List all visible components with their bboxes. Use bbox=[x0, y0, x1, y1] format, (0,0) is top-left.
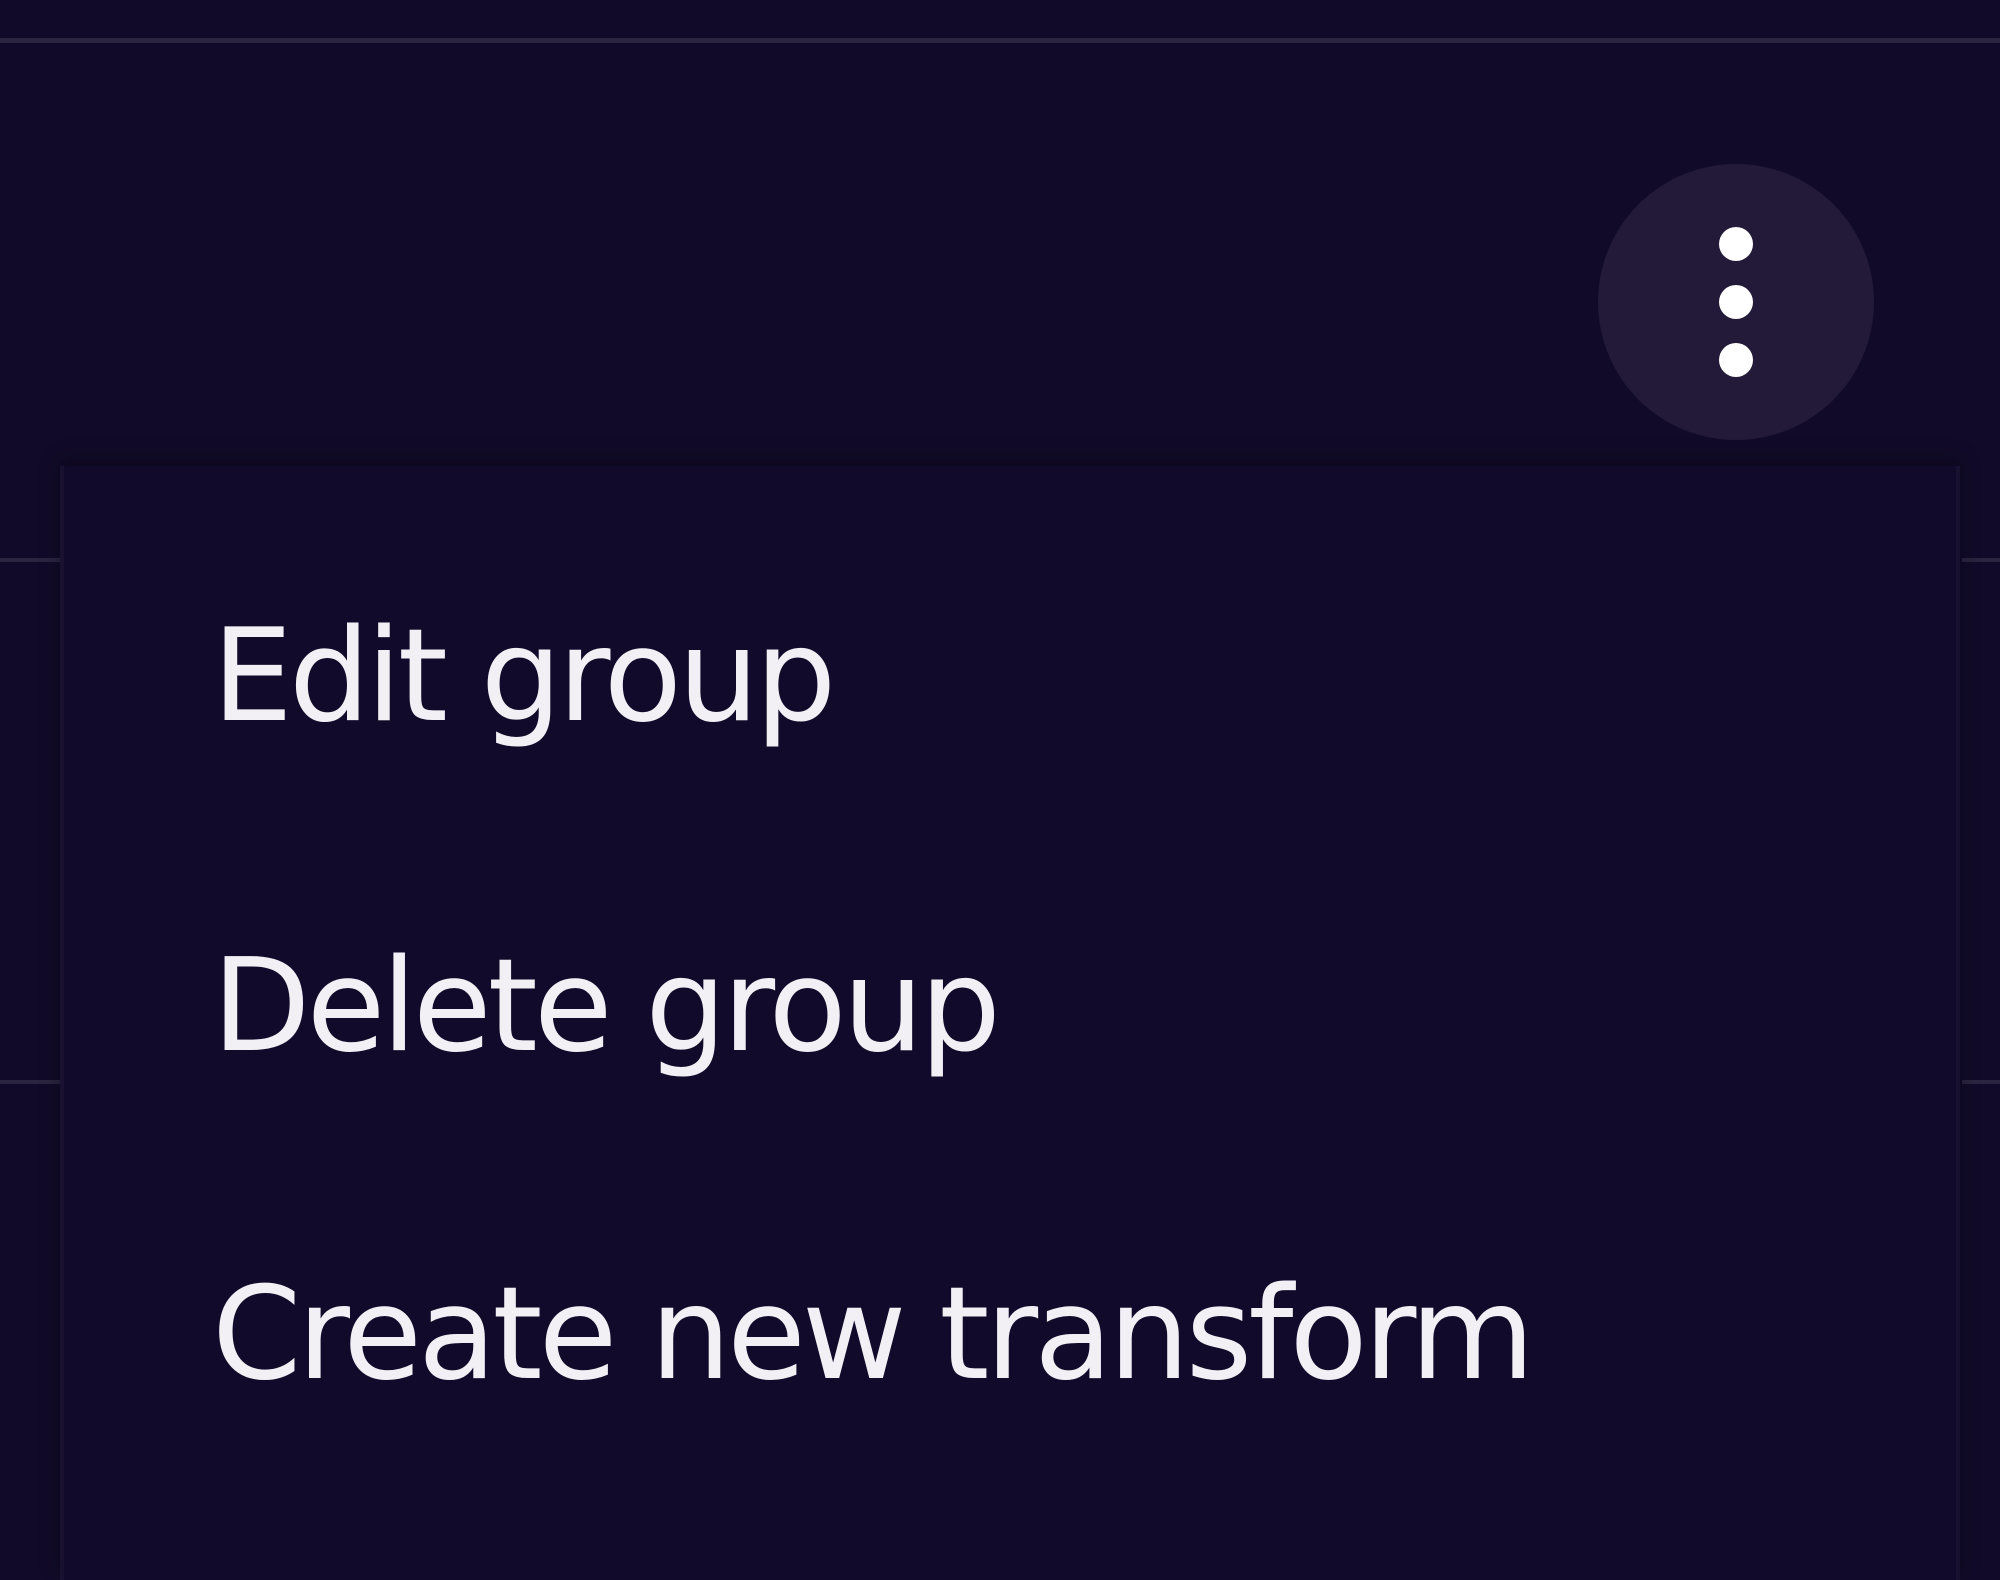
top-divider bbox=[0, 38, 2000, 43]
app-canvas: Edit group Delete group Create new trans… bbox=[0, 0, 2000, 1580]
more-options-button[interactable] bbox=[1598, 164, 1874, 440]
row-divider bbox=[0, 1080, 64, 1084]
menu-item-delete-group[interactable]: Delete group bbox=[64, 856, 1956, 1156]
row-divider bbox=[1962, 558, 2000, 562]
row-divider bbox=[0, 558, 64, 562]
row-divider bbox=[1962, 1080, 2000, 1084]
group-actions-menu: Edit group Delete group Create new trans… bbox=[60, 466, 1960, 1580]
menu-item-edit-group[interactable]: Edit group bbox=[64, 526, 1956, 826]
menu-item-create-new-transform[interactable]: Create new transform bbox=[64, 1184, 1956, 1484]
more-vertical-icon bbox=[1719, 227, 1753, 377]
